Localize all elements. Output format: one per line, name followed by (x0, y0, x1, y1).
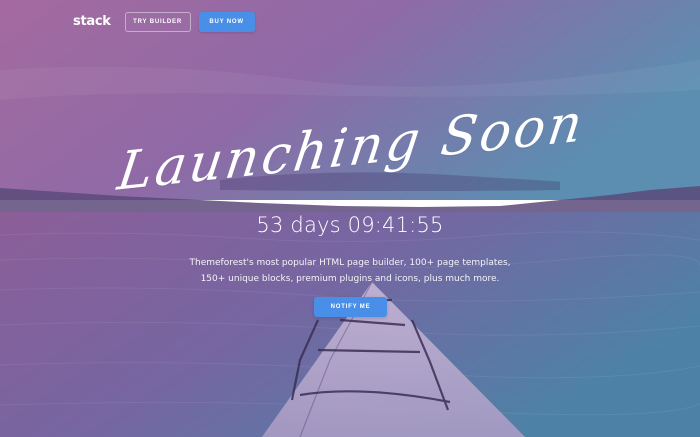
countdown-timer: 53 days 09:41:55 (256, 213, 444, 237)
hero-section: stack TRY BUILDER BUY NOW Launching Soon… (0, 0, 700, 437)
tagline: Themeforest's most popular HTML page bui… (150, 255, 550, 287)
try-builder-button[interactable]: TRY BUILDER (124, 12, 191, 32)
logo[interactable]: stack (73, 12, 111, 32)
notify-me-button[interactable]: NOTIFY ME (314, 297, 387, 317)
top-navigation: stack TRY BUILDER BUY NOW (73, 12, 255, 32)
tagline-line-2: 150+ unique blocks, premium plugins and … (200, 274, 500, 284)
tagline-line-1: Themeforest's most popular HTML page bui… (189, 258, 511, 268)
buy-now-button[interactable]: BUY NOW (198, 12, 255, 32)
